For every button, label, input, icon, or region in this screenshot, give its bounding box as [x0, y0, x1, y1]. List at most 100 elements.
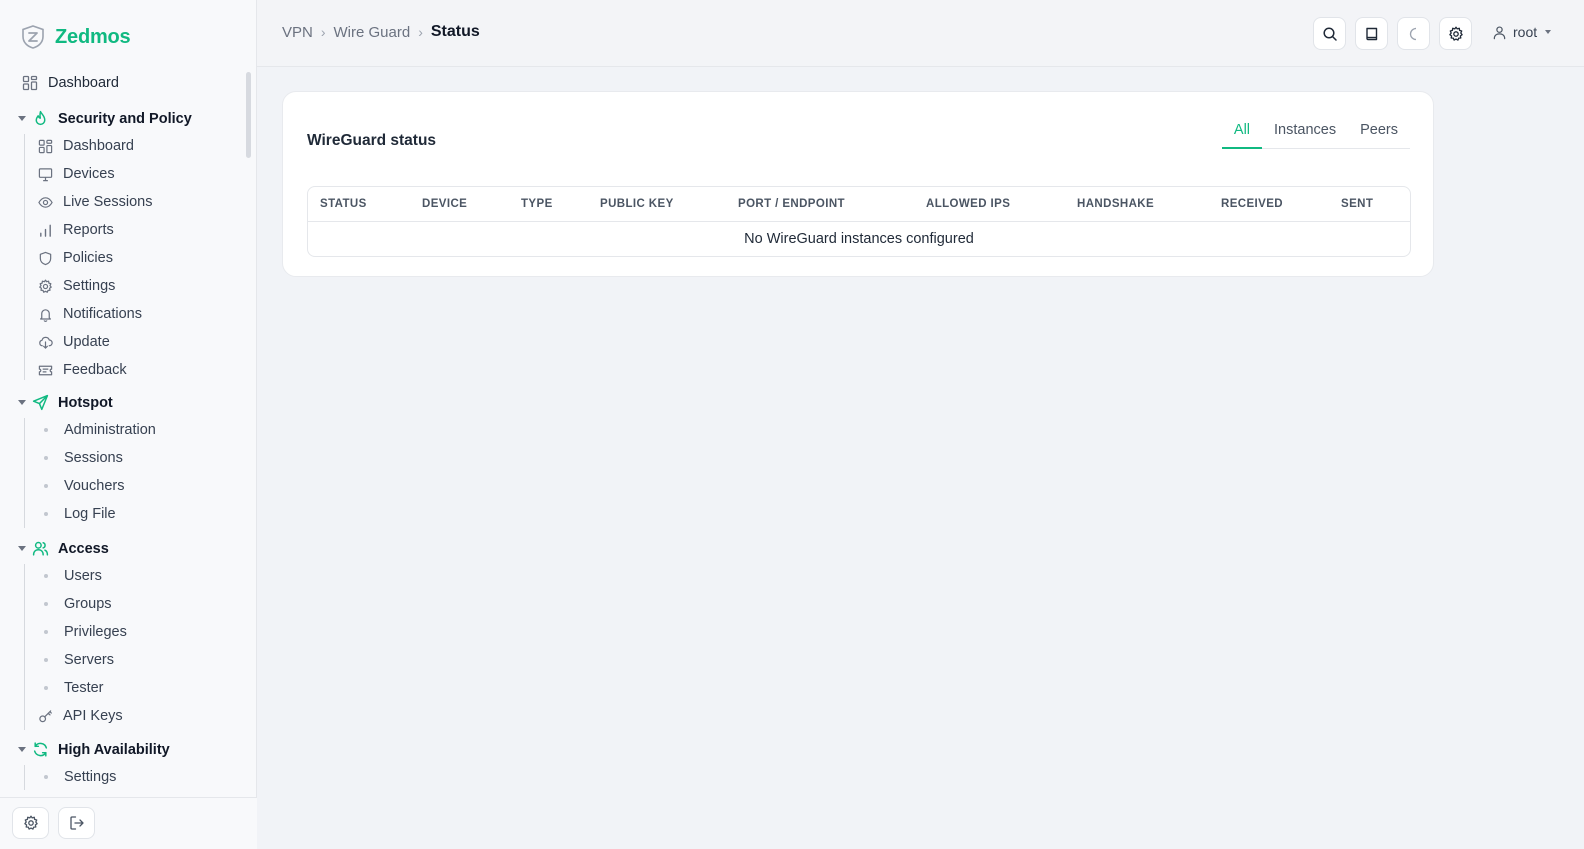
- sidebar-item-vouchers[interactable]: Vouchers: [38, 478, 124, 494]
- breadcrumb-item-vpn[interactable]: VPN: [282, 24, 313, 41]
- sidebar-item-servers[interactable]: Servers: [38, 652, 114, 668]
- chevron-down-icon: [18, 400, 26, 405]
- top-header: VPN › Wire Guard › Status root: [257, 0, 1584, 67]
- sidebar-nav: Dashboard Security and Policy Dashboard …: [0, 70, 257, 790]
- sidebar-group-line: [24, 765, 25, 790]
- sidebar-item-live-sessions[interactable]: Live Sessions: [38, 194, 152, 210]
- sidebar-group-label: High Availability: [58, 741, 170, 758]
- bullet-dot: [44, 686, 48, 690]
- bullet-dot: [44, 658, 48, 662]
- search-button[interactable]: [1313, 17, 1346, 50]
- column-header-public-key[interactable]: PUBLIC KEY: [600, 198, 674, 210]
- sidebar-item-label: Servers: [64, 652, 114, 668]
- column-header-received[interactable]: RECEIVED: [1221, 198, 1283, 210]
- caret-down-icon: [1545, 30, 1552, 34]
- cloud-download-icon: [39, 336, 53, 349]
- status-tabs: All Instances Peers: [1221, 120, 1410, 149]
- sidebar-scrollbar[interactable]: [246, 72, 251, 158]
- bullet-dot: [44, 775, 48, 779]
- sidebar-item-label: Groups: [64, 596, 112, 612]
- search-icon: [1322, 26, 1337, 41]
- moon-icon: [1409, 27, 1416, 40]
- sidebar-item-ha-settings[interactable]: Settings: [38, 769, 116, 785]
- column-header-allowed-ips[interactable]: ALLOWED IPS: [926, 198, 1010, 210]
- sidebar-item-log-file[interactable]: Log File: [38, 506, 116, 522]
- logout-button[interactable]: [58, 807, 95, 839]
- user-menu[interactable]: root: [1492, 24, 1552, 40]
- wireguard-status-card: WireGuard status All Instances Peers STA…: [282, 91, 1434, 277]
- dashboard-icon: [22, 75, 38, 91]
- sidebar-group-access[interactable]: Access: [18, 540, 109, 557]
- table-header: STATUS DEVICE TYPE PUBLIC KEY PORT / END…: [308, 187, 1410, 222]
- sidebar-item-notifications[interactable]: Notifications: [38, 306, 142, 322]
- sidebar-item-label: Settings: [63, 278, 116, 294]
- sidebar-settings-button[interactable]: [12, 807, 49, 839]
- tab-peers[interactable]: Peers: [1348, 120, 1410, 148]
- theme-toggle-button[interactable]: [1397, 17, 1430, 50]
- brand[interactable]: Zedmos: [20, 24, 131, 50]
- sidebar-item-dashboard[interactable]: Dashboard: [22, 75, 119, 91]
- sidebar-item-label: Dashboard: [63, 138, 134, 154]
- user-name: root: [1513, 24, 1538, 40]
- empty-state-message: No WireGuard instances configured: [744, 231, 974, 247]
- sidebar-item-label: Users: [64, 568, 102, 584]
- sidebar-item-label: Reports: [63, 222, 114, 238]
- sidebar-item-policies[interactable]: Policies: [38, 250, 113, 266]
- chevron-right-icon: ›: [320, 24, 326, 40]
- key-icon: [39, 709, 52, 722]
- sidebar-group-label: Access: [58, 540, 109, 557]
- sidebar: Zedmos Dashboard Security and Policy Das…: [0, 0, 257, 849]
- column-header-handshake[interactable]: HANDSHAKE: [1077, 198, 1154, 210]
- bar-chart-icon: [40, 224, 51, 237]
- bullet-dot: [44, 574, 48, 578]
- column-header-port-endpoint[interactable]: PORT / ENDPOINT: [738, 198, 845, 210]
- sidebar-item-update[interactable]: Update: [38, 334, 110, 350]
- sidebar-item-sp-dashboard[interactable]: Dashboard: [38, 138, 134, 154]
- tab-all[interactable]: All: [1221, 120, 1263, 149]
- sidebar-item-label: Dashboard: [48, 75, 119, 91]
- sidebar-item-groups[interactable]: Groups: [38, 596, 112, 612]
- sidebar-item-administration[interactable]: Administration: [38, 422, 156, 438]
- sidebar-item-reports[interactable]: Reports: [38, 222, 114, 238]
- column-header-type[interactable]: TYPE: [521, 198, 553, 210]
- logout-icon: [69, 816, 84, 830]
- user-icon: [1493, 25, 1506, 39]
- sidebar-group-high-availability[interactable]: High Availability: [18, 741, 170, 758]
- settings-button[interactable]: [1439, 17, 1472, 50]
- docs-button[interactable]: [1355, 17, 1388, 50]
- sidebar-item-api-keys[interactable]: API Keys: [38, 708, 123, 724]
- sidebar-group-hotspot[interactable]: Hotspot: [18, 394, 113, 411]
- eye-icon: [38, 196, 53, 208]
- card-title: WireGuard status: [307, 132, 437, 149]
- users-icon: [32, 541, 49, 556]
- column-header-status[interactable]: STATUS: [320, 198, 367, 210]
- sidebar-item-label: Log File: [64, 506, 116, 522]
- sidebar-item-label: Vouchers: [64, 478, 125, 494]
- sidebar-item-label: Tester: [64, 680, 104, 696]
- gear-icon: [39, 279, 52, 293]
- sidebar-item-label: Update: [63, 334, 110, 350]
- sidebar-group-security-and-policy[interactable]: Security and Policy: [18, 110, 192, 127]
- sidebar-item-label: Sessions: [64, 450, 123, 466]
- bullet-dot: [44, 456, 48, 460]
- sidebar-item-users[interactable]: Users: [38, 568, 102, 584]
- bullet-dot: [44, 630, 48, 634]
- sidebar-group-line: [24, 564, 25, 730]
- sidebar-item-label: Administration: [64, 422, 156, 438]
- sidebar-item-settings[interactable]: Settings: [38, 278, 115, 294]
- ticket-icon: [38, 365, 53, 375]
- column-header-sent[interactable]: SENT: [1341, 198, 1373, 210]
- sidebar-item-tester[interactable]: Tester: [38, 680, 104, 696]
- sidebar-item-devices[interactable]: Devices: [38, 166, 115, 182]
- sidebar-item-feedback[interactable]: Feedback: [38, 362, 127, 378]
- sidebar-item-sessions[interactable]: Sessions: [38, 450, 123, 466]
- chevron-down-icon: [18, 747, 26, 752]
- chevron-down-icon: [18, 116, 26, 121]
- sidebar-item-privileges[interactable]: Privileges: [38, 624, 127, 640]
- sidebar-group-line: [24, 134, 25, 380]
- column-header-device[interactable]: DEVICE: [422, 198, 467, 210]
- tab-instances[interactable]: Instances: [1262, 120, 1348, 148]
- sidebar-group-label: Hotspot: [58, 394, 113, 411]
- breadcrumb-item-wire-guard[interactable]: Wire Guard: [334, 24, 411, 41]
- chevron-right-icon: ›: [418, 24, 423, 40]
